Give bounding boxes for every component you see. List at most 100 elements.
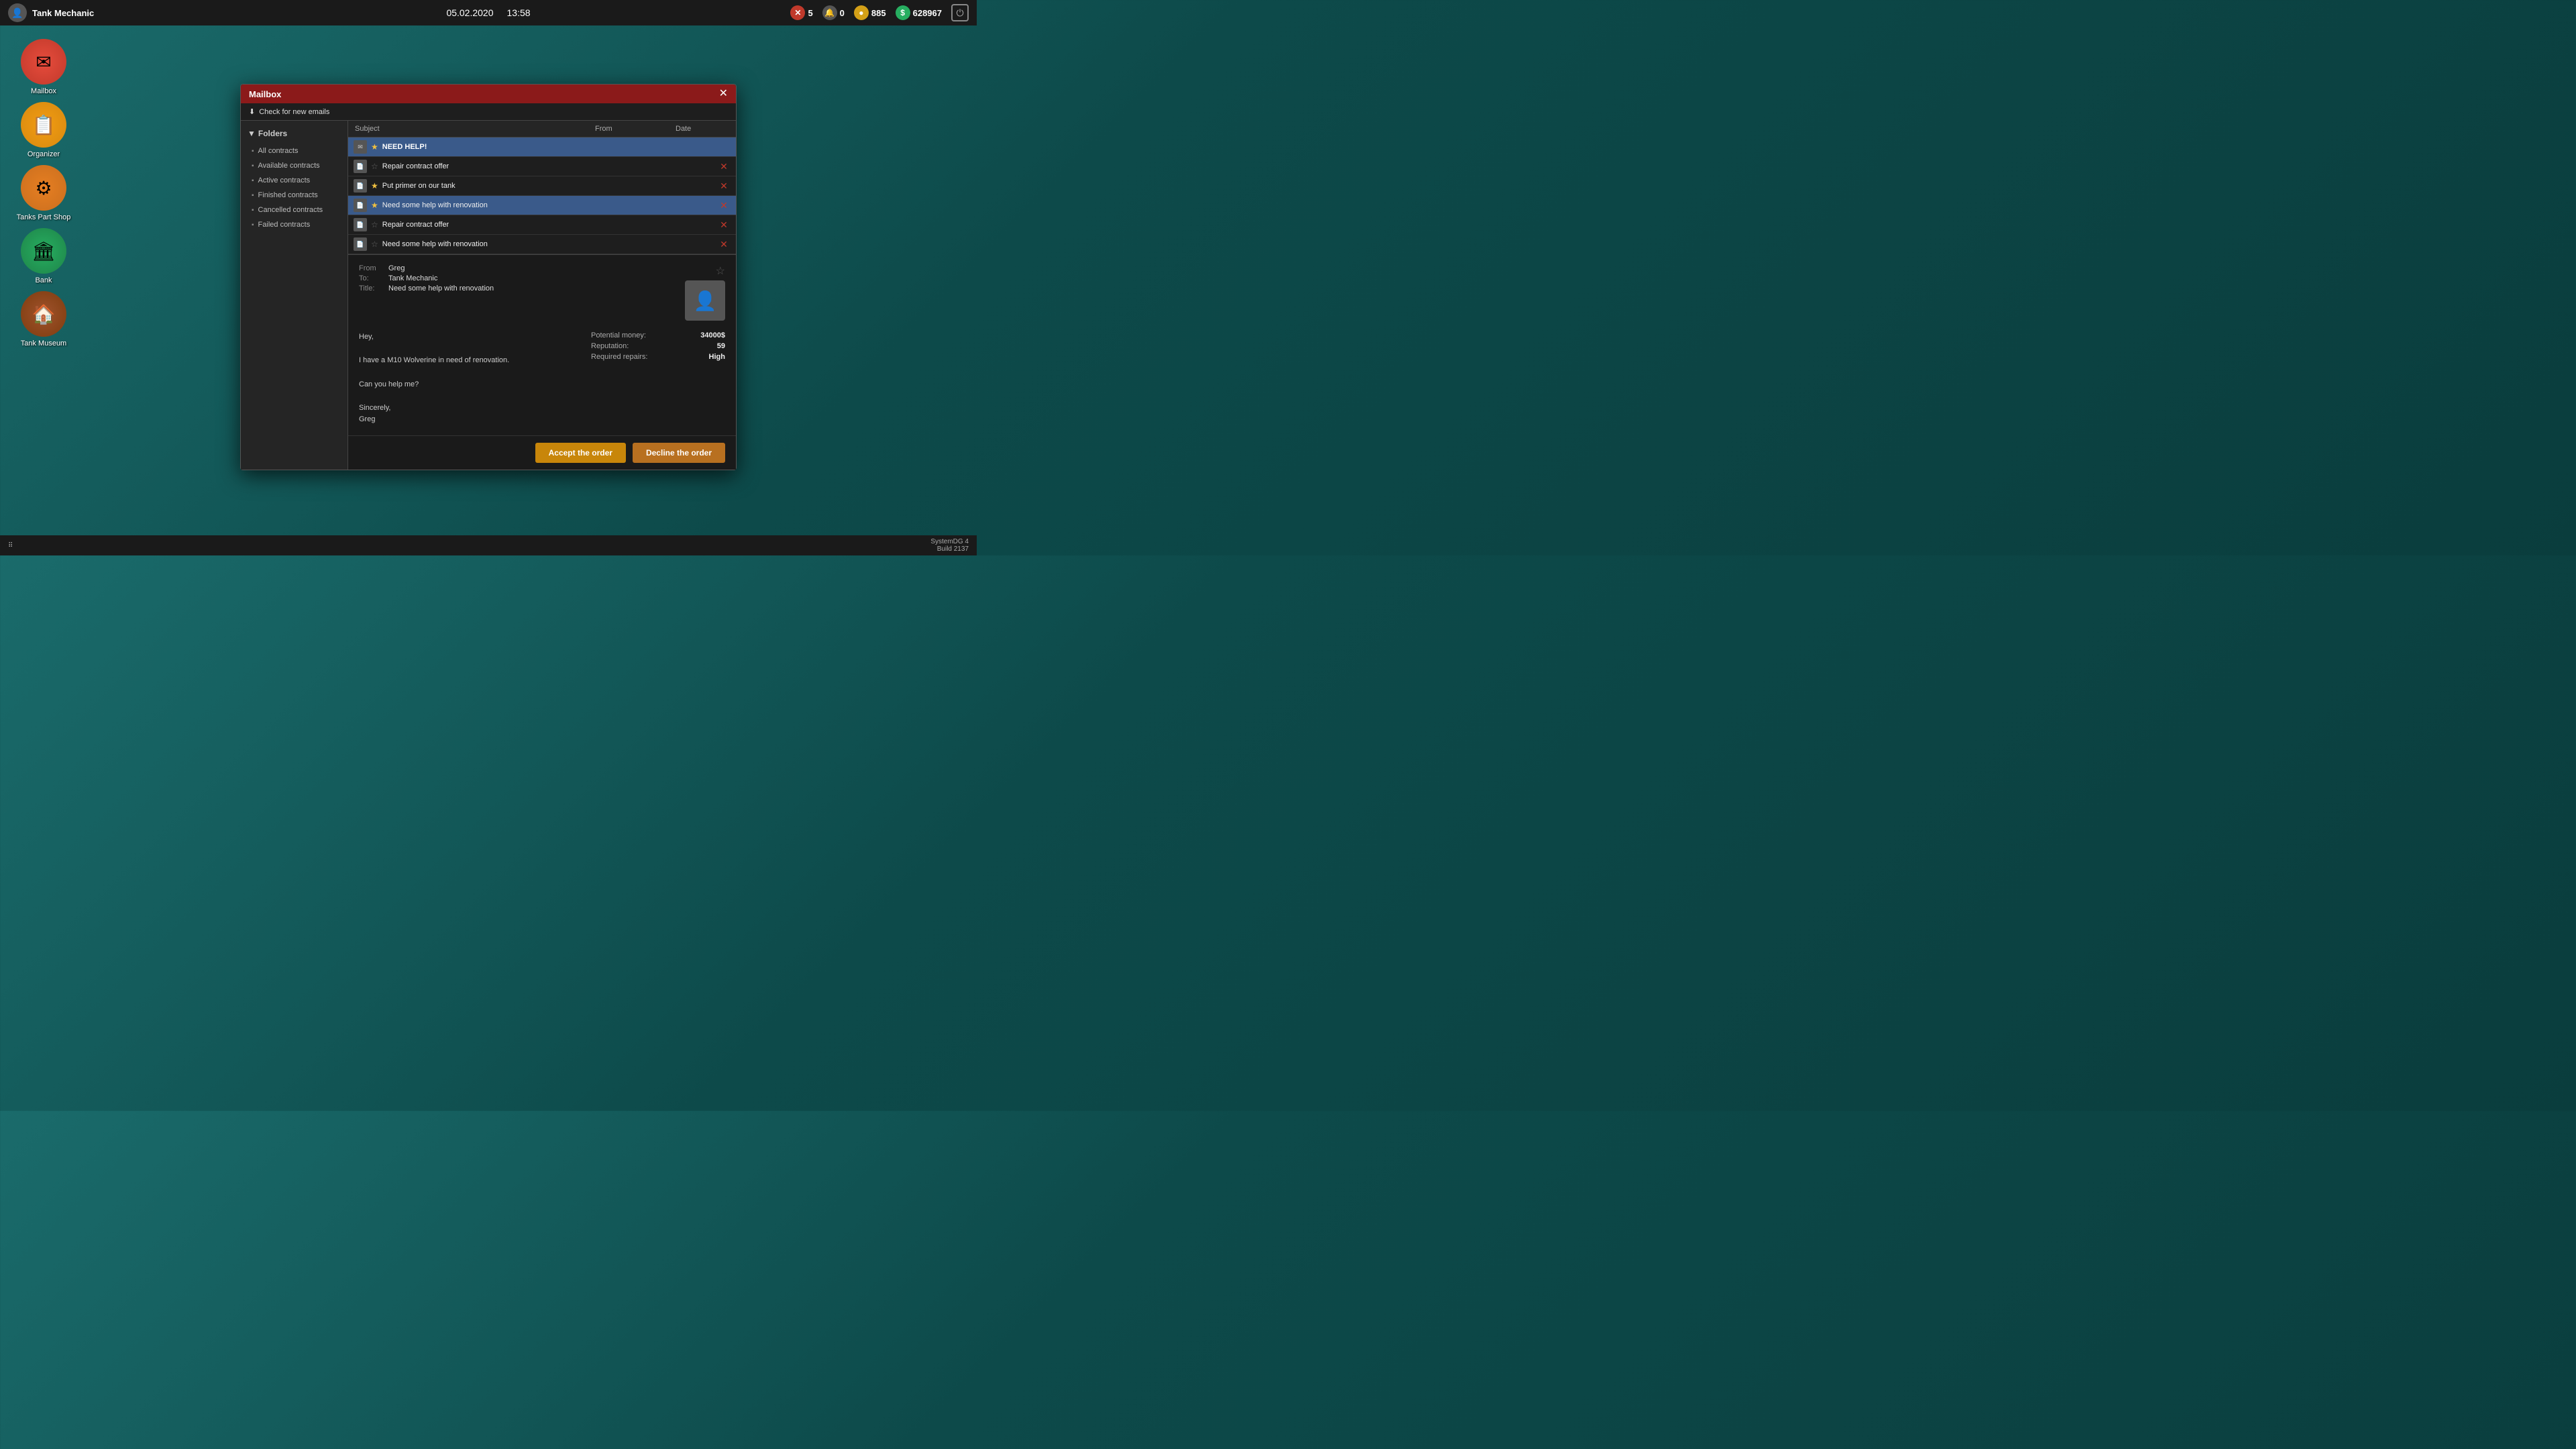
email-subject: Need some help with renovation	[382, 201, 717, 209]
dialog-titlebar: Mailbox ✕	[241, 85, 736, 103]
folder-label-finished: Finished contracts	[258, 191, 318, 199]
coin-icon: ●	[854, 5, 869, 20]
chevron-down-icon: ▼	[248, 129, 256, 138]
email-detail-header: From Greg To: Tank Mechanic Title: Need …	[359, 264, 725, 321]
time-display: 13:58	[507, 7, 531, 18]
decline-order-button[interactable]: Decline the order	[633, 443, 725, 463]
folder-icon-cancelled: ▪	[252, 207, 254, 214]
star-icon-empty[interactable]: ☆	[371, 162, 378, 171]
stat-reputation: Reputation: 59	[591, 342, 725, 350]
star-icon-empty[interactable]: ☆	[371, 239, 378, 249]
money-value: 34000$	[700, 331, 725, 339]
bottombar: ⠿ SystemDG 4Build 2137	[0, 535, 977, 555]
money-label: Potential money:	[591, 331, 646, 339]
col-subject: Subject	[355, 125, 595, 133]
currency1-stat: ● 885	[854, 5, 886, 20]
email-body-area: Hey, I have a M10 Wolverine in need of r…	[359, 331, 725, 426]
star-header-icon[interactable]: ☆	[716, 264, 725, 278]
username: Tank Mechanic	[32, 8, 94, 18]
folder-all-contracts[interactable]: ▪ All contracts	[241, 144, 347, 158]
folder-available-contracts[interactable]: ▪ Available contracts	[241, 158, 347, 173]
power-button[interactable]: ⏻	[951, 4, 969, 21]
email-row[interactable]: 📄 ☆ Need some help with renovation ✕	[348, 235, 736, 254]
check-emails-button[interactable]: ⬇ Check for new emails	[249, 107, 329, 116]
folder-label-cancelled: Cancelled contracts	[258, 206, 323, 214]
currency2-val: 628967	[913, 8, 942, 18]
folder-finished-contracts[interactable]: ▪ Finished contracts	[241, 188, 347, 203]
to-value: Tank Mechanic	[388, 274, 437, 282]
email-stats: Potential money: 34000$ Reputation: 59 R…	[591, 331, 725, 426]
col-from: From	[595, 125, 676, 133]
download-icon: ⬇	[249, 107, 255, 116]
topbar-center: 05.02.2020 13:58	[446, 7, 530, 18]
col-date: Date	[676, 125, 729, 133]
notification-icon: 🔔	[822, 5, 837, 20]
email-type-icon-contract: 📄	[354, 160, 367, 173]
folder-label-active: Active contracts	[258, 176, 311, 184]
accept-order-button[interactable]: Accept the order	[535, 443, 626, 463]
repairs-label: Required repairs:	[591, 353, 647, 361]
folder-icon-active: ▪	[252, 177, 254, 184]
delete-email-button[interactable]: ✕	[717, 161, 731, 172]
star-icon-filled[interactable]: ★	[371, 201, 378, 210]
email-row[interactable]: 📄 ☆ Repair contract offer ✕	[348, 215, 736, 235]
folder-label-all: All contracts	[258, 147, 299, 155]
dollar-icon: $	[896, 5, 910, 20]
email-meta-title: Title: Need some help with renovation	[359, 284, 494, 292]
folder-cancelled-contracts[interactable]: ▪ Cancelled contracts	[241, 203, 347, 217]
email-subject: Need some help with renovation	[382, 240, 717, 248]
topbar-left: 👤 Tank Mechanic	[8, 3, 94, 22]
delete-email-button[interactable]: ✕	[717, 239, 731, 250]
dialog-overlay: Mailbox ✕ ⬇ Check for new emails ▼ Folde…	[0, 25, 977, 555]
email-list-header: Subject From Date	[348, 121, 736, 138]
stat-money: Potential money: 34000$	[591, 331, 725, 339]
stat-repairs: Required repairs: High	[591, 353, 725, 361]
email-list: ✉ ★ NEED HELP! 📄 ☆ Repair contract offer…	[348, 138, 736, 254]
dialog-body: ▼ Folders ▪ All contracts ▪ Available co…	[241, 121, 736, 470]
notifications-count: 0	[840, 8, 845, 18]
folder-icon-failed: ▪	[252, 221, 254, 229]
grid-dots-icon: ⠿	[8, 542, 14, 549]
notifications-stat: 🔔 0	[822, 5, 845, 20]
delete-email-button[interactable]: ✕	[717, 200, 731, 211]
delete-email-button[interactable]: ✕	[717, 219, 731, 231]
folder-failed-contracts[interactable]: ▪ Failed contracts	[241, 217, 347, 232]
currency1-val: 885	[871, 8, 886, 18]
email-type-icon-contract: 📄	[354, 199, 367, 212]
email-detail-right: ☆ 👤	[685, 264, 725, 321]
folders-label: Folders	[258, 129, 287, 138]
folder-icon-finished: ▪	[252, 192, 254, 199]
email-detail: From Greg To: Tank Mechanic Title: Need …	[348, 254, 736, 435]
star-icon-filled[interactable]: ★	[371, 181, 378, 191]
folders-header: ▼ Folders	[241, 126, 347, 144]
email-subject: Repair contract offer	[382, 221, 717, 229]
email-list-panel: Subject From Date ✉ ★ NEED HELP! 📄 ☆	[348, 121, 736, 470]
email-type-icon-contract: 📄	[354, 237, 367, 251]
star-icon-filled[interactable]: ★	[371, 142, 378, 152]
star-icon-empty[interactable]: ☆	[371, 220, 378, 229]
repairs-value: High	[709, 353, 725, 361]
currency2-stat: $ 628967	[896, 5, 942, 20]
dialog-close-button[interactable]: ✕	[719, 89, 728, 99]
email-row[interactable]: 📄 ★ Put primer on our tank ✕	[348, 176, 736, 196]
email-row[interactable]: ✉ ★ NEED HELP!	[348, 138, 736, 157]
email-subject: Put primer on our tank	[382, 182, 717, 190]
folder-icon-all: ▪	[252, 148, 254, 155]
email-body-text: Hey, I have a M10 Wolverine in need of r…	[359, 331, 578, 426]
reputation-value: 59	[717, 342, 725, 350]
folder-icon-available: ▪	[252, 162, 254, 170]
alert-icon: ✕	[790, 5, 805, 20]
folder-active-contracts[interactable]: ▪ Active contracts	[241, 173, 347, 188]
delete-email-button[interactable]: ✕	[717, 180, 731, 192]
from-value: Greg	[388, 264, 405, 272]
email-type-icon-contract: 📄	[354, 179, 367, 193]
folders-panel: ▼ Folders ▪ All contracts ▪ Available co…	[241, 121, 348, 470]
email-row[interactable]: 📄 ☆ Repair contract offer ✕	[348, 157, 736, 176]
to-label: To:	[359, 274, 383, 282]
title-label: Title:	[359, 284, 383, 292]
topbar: 👤 Tank Mechanic 05.02.2020 13:58 ✕ 5 🔔 0…	[0, 0, 977, 25]
build-info: SystemDG 4Build 2137	[930, 538, 969, 553]
email-row[interactable]: 📄 ★ Need some help with renovation ✕	[348, 196, 736, 215]
user-avatar: 👤	[8, 3, 27, 22]
email-meta-from: From Greg	[359, 264, 494, 272]
